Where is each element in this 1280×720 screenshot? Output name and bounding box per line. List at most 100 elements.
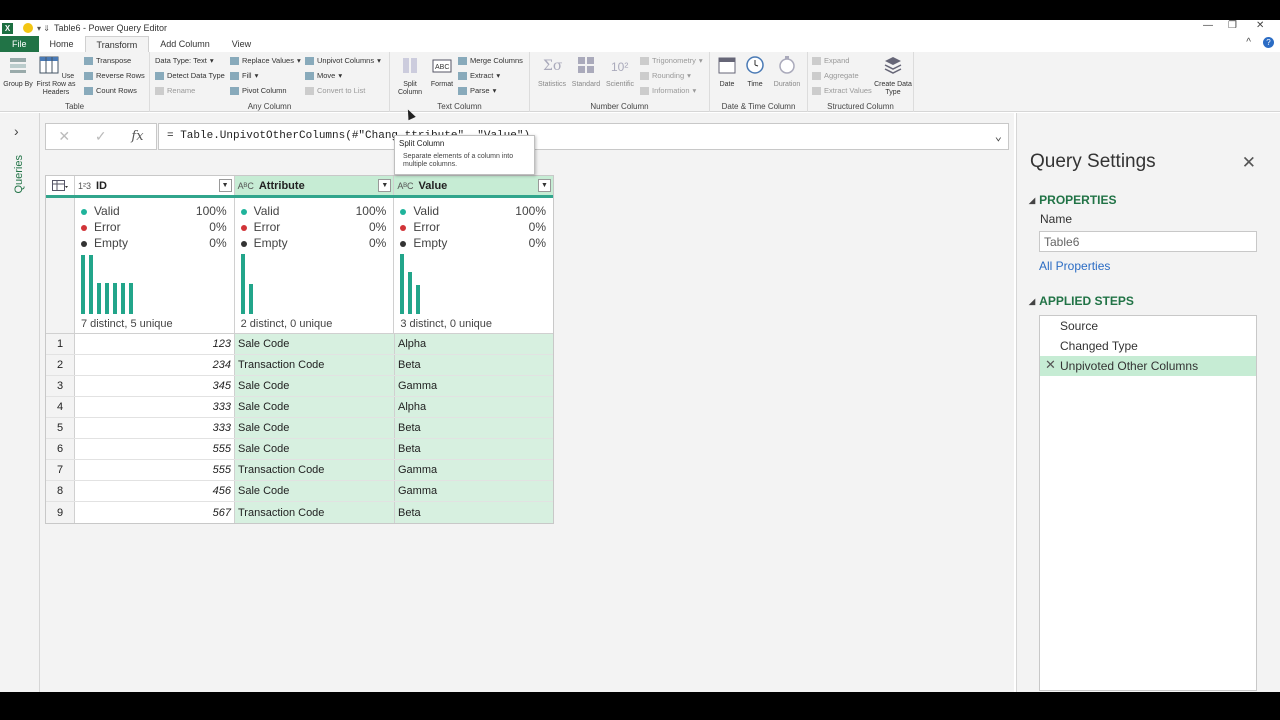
distribution-histogram[interactable] bbox=[400, 254, 540, 314]
confirm-formula-icon[interactable]: ✓ bbox=[95, 128, 107, 145]
cell-id[interactable]: 333 bbox=[75, 397, 235, 417]
replace-values-button[interactable]: Replace Values ▾ bbox=[230, 56, 301, 65]
cell-value[interactable]: Beta bbox=[395, 439, 553, 459]
cell-attribute[interactable]: Sale Code bbox=[235, 439, 395, 459]
cell-attribute[interactable]: Sale Code bbox=[235, 481, 395, 501]
distribution-histogram[interactable] bbox=[80, 254, 221, 314]
move-button[interactable]: Move ▾ bbox=[305, 71, 342, 80]
fill-button[interactable]: Fill ▾ bbox=[230, 71, 258, 80]
split-column-button[interactable]: Split Column bbox=[392, 54, 428, 97]
rounding-button[interactable]: Rounding ▾ bbox=[640, 71, 691, 80]
row-number[interactable]: 7 bbox=[46, 460, 75, 480]
reverse-rows-button[interactable]: Reverse Rows bbox=[84, 71, 145, 80]
cell-attribute[interactable]: Transaction Code bbox=[235, 355, 395, 375]
filter-dropdown-icon[interactable]: ▼ bbox=[218, 179, 232, 192]
collapse-triangle-icon[interactable]: ◢ bbox=[1029, 297, 1035, 306]
tab-transform[interactable]: Transform bbox=[84, 36, 150, 52]
table-row[interactable]: 7 555 Transaction Code Gamma bbox=[46, 460, 553, 481]
column-header-value[interactable]: AᴮC Value ▼ bbox=[394, 176, 553, 195]
close-icon[interactable]: ✕ bbox=[1242, 153, 1256, 173]
formula-input[interactable]: = Table.UnpivotOtherColumns(#"Chang ttri… bbox=[158, 123, 1009, 150]
histogram-bar[interactable] bbox=[88, 255, 93, 314]
row-number[interactable]: 6 bbox=[46, 439, 75, 459]
histogram-bar[interactable] bbox=[400, 254, 405, 314]
cell-value[interactable]: Gamma bbox=[395, 481, 553, 501]
histogram-bar[interactable] bbox=[104, 283, 109, 314]
extract-values-button[interactable]: Extract Values bbox=[812, 86, 872, 95]
cell-value[interactable]: Gamma bbox=[395, 460, 553, 480]
help-icon[interactable]: ? bbox=[1263, 37, 1274, 48]
table-row[interactable]: 2 234 Transaction Code Beta bbox=[46, 355, 553, 376]
unpivot-columns-button[interactable]: Unpivot Columns ▾ bbox=[305, 56, 381, 65]
cell-attribute[interactable]: Sale Code bbox=[235, 376, 395, 396]
cell-attribute[interactable]: Sale Code bbox=[235, 334, 395, 354]
queries-label[interactable]: Queries bbox=[13, 155, 25, 194]
histogram-bar[interactable] bbox=[128, 283, 133, 314]
aggregate-button[interactable]: Aggregate bbox=[812, 71, 859, 80]
cell-id[interactable]: 567 bbox=[75, 502, 235, 523]
step-changed-type[interactable]: Changed Type bbox=[1040, 336, 1256, 356]
tab-view[interactable]: View bbox=[221, 36, 262, 52]
table-row[interactable]: 8 456 Sale Code Gamma bbox=[46, 481, 553, 502]
collapse-ribbon-icon[interactable]: ^ bbox=[1246, 37, 1251, 48]
text-type-icon[interactable]: AᴮC bbox=[397, 181, 413, 191]
query-name-input[interactable]: Table6 bbox=[1039, 231, 1257, 252]
expand-queries-chevron-icon[interactable]: › bbox=[14, 123, 19, 139]
minimize-icon[interactable]: — bbox=[1203, 20, 1213, 31]
all-properties-link[interactable]: All Properties bbox=[1039, 259, 1110, 273]
extract-button[interactable]: Extract ▾ bbox=[458, 71, 500, 80]
row-number[interactable]: 5 bbox=[46, 418, 75, 438]
cell-value[interactable]: Beta bbox=[395, 418, 553, 438]
fx-icon[interactable]: fx bbox=[131, 129, 143, 144]
cell-id[interactable]: 555 bbox=[75, 460, 235, 480]
use-first-row-button[interactable]: Use First Row as Headers bbox=[32, 54, 80, 97]
time-button[interactable]: Time bbox=[738, 54, 772, 89]
histogram-bar[interactable] bbox=[240, 254, 245, 314]
cell-value[interactable]: Gamma bbox=[395, 376, 553, 396]
pivot-column-button[interactable]: Pivot Column bbox=[230, 86, 287, 95]
histogram-bar[interactable] bbox=[408, 272, 413, 314]
feedback-smiley-icon[interactable] bbox=[23, 23, 33, 33]
cell-value[interactable]: Beta bbox=[395, 502, 553, 523]
cell-id[interactable]: 456 bbox=[75, 481, 235, 501]
histogram-bar[interactable] bbox=[120, 283, 125, 314]
histogram-bar[interactable] bbox=[80, 255, 85, 314]
table-row[interactable]: 9 567 Transaction Code Beta bbox=[46, 502, 553, 523]
table-row[interactable]: 1 123 Sale Code Alpha bbox=[46, 334, 553, 355]
parse-button[interactable]: Parse ▾ bbox=[458, 86, 496, 95]
cell-id[interactable]: 555 bbox=[75, 439, 235, 459]
expand-formula-chevron-icon[interactable]: ⌄ bbox=[995, 129, 1002, 144]
duration-button[interactable]: Duration bbox=[768, 54, 806, 89]
cell-value[interactable]: Beta bbox=[395, 355, 553, 375]
count-rows-button[interactable]: Count Rows bbox=[84, 86, 137, 95]
cell-value[interactable]: Alpha bbox=[395, 397, 553, 417]
restore-icon[interactable]: ❐ bbox=[1228, 20, 1237, 31]
cell-id[interactable]: 123 bbox=[75, 334, 235, 354]
row-number[interactable]: 3 bbox=[46, 376, 75, 396]
whole-number-type-icon[interactable]: 1²3 bbox=[78, 181, 91, 191]
scientific-button[interactable]: 10² Scientific bbox=[600, 54, 640, 89]
step-unpivoted-other-columns[interactable]: ✕ Unpivoted Other Columns bbox=[1040, 356, 1256, 376]
transpose-button[interactable]: Transpose bbox=[84, 56, 131, 65]
trigonometry-button[interactable]: Trigonometry ▾ bbox=[640, 56, 703, 65]
row-number[interactable]: 8 bbox=[46, 481, 75, 501]
cell-attribute[interactable]: Transaction Code bbox=[235, 502, 395, 523]
histogram-bar[interactable] bbox=[96, 283, 101, 314]
cell-id[interactable]: 345 bbox=[75, 376, 235, 396]
information-button[interactable]: Information ▾ bbox=[640, 86, 696, 95]
tab-add-column[interactable]: Add Column bbox=[149, 36, 221, 52]
merge-columns-button[interactable]: Merge Columns bbox=[458, 56, 523, 65]
row-number[interactable]: 4 bbox=[46, 397, 75, 417]
histogram-bar[interactable] bbox=[112, 283, 117, 314]
cell-id[interactable]: 333 bbox=[75, 418, 235, 438]
quick-access-dropdown-icon[interactable]: ▾ ⇓ bbox=[37, 24, 50, 33]
create-data-type-button[interactable]: Create Data Type bbox=[874, 54, 912, 97]
column-header-id[interactable]: 1²3 ID ▼ bbox=[75, 176, 235, 195]
distribution-histogram[interactable] bbox=[240, 254, 381, 314]
text-type-icon[interactable]: AᴮC bbox=[238, 181, 254, 191]
row-number[interactable]: 9 bbox=[46, 502, 75, 523]
cell-id[interactable]: 234 bbox=[75, 355, 235, 375]
applied-steps-section-header[interactable]: ◢ APPLIED STEPS bbox=[1029, 294, 1134, 308]
rename-button[interactable]: Rename bbox=[155, 86, 195, 95]
histogram-bar[interactable] bbox=[416, 285, 421, 314]
